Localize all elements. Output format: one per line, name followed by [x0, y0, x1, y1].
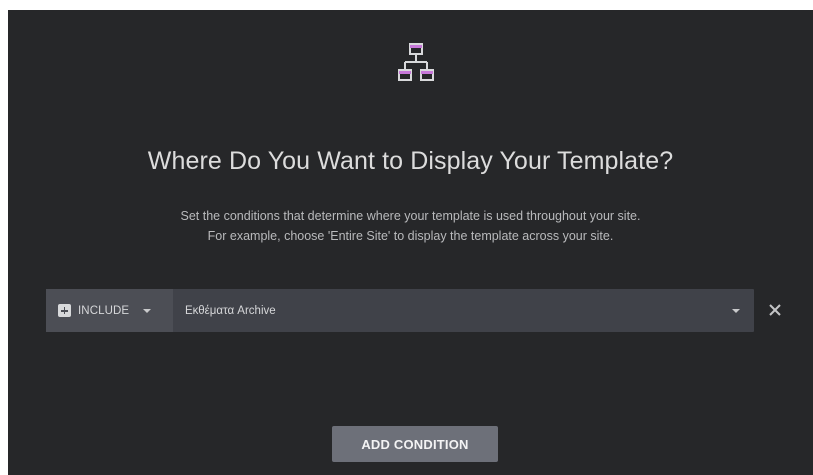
- condition-type-select[interactable]: INCLUDE: [46, 289, 173, 332]
- chevron-down-icon: [732, 308, 740, 313]
- condition-value-select[interactable]: Εκθέματα Archive: [173, 289, 754, 332]
- add-condition-button[interactable]: ADD CONDITION: [332, 426, 498, 462]
- description-line-1: Set the conditions that determine where …: [180, 209, 641, 223]
- description-line-2: For example, choose 'Entire Site' to dis…: [207, 229, 614, 243]
- page-description: Set the conditions that determine where …: [8, 206, 813, 246]
- condition-value-label: Εκθέματα Archive: [185, 304, 276, 317]
- conditions-panel: Where Do You Want to Display Your Templa…: [8, 10, 813, 475]
- page-title: Where Do You Want to Display Your Templa…: [147, 147, 674, 175]
- close-icon: [769, 304, 781, 316]
- plus-square-icon: [58, 304, 71, 317]
- chevron-down-icon: [143, 308, 152, 313]
- remove-condition-button[interactable]: [764, 299, 786, 321]
- sitemap-icon: [398, 43, 434, 81]
- condition-row: INCLUDE Εκθέματα Archive: [46, 289, 754, 332]
- condition-type-label: INCLUDE: [78, 304, 130, 317]
